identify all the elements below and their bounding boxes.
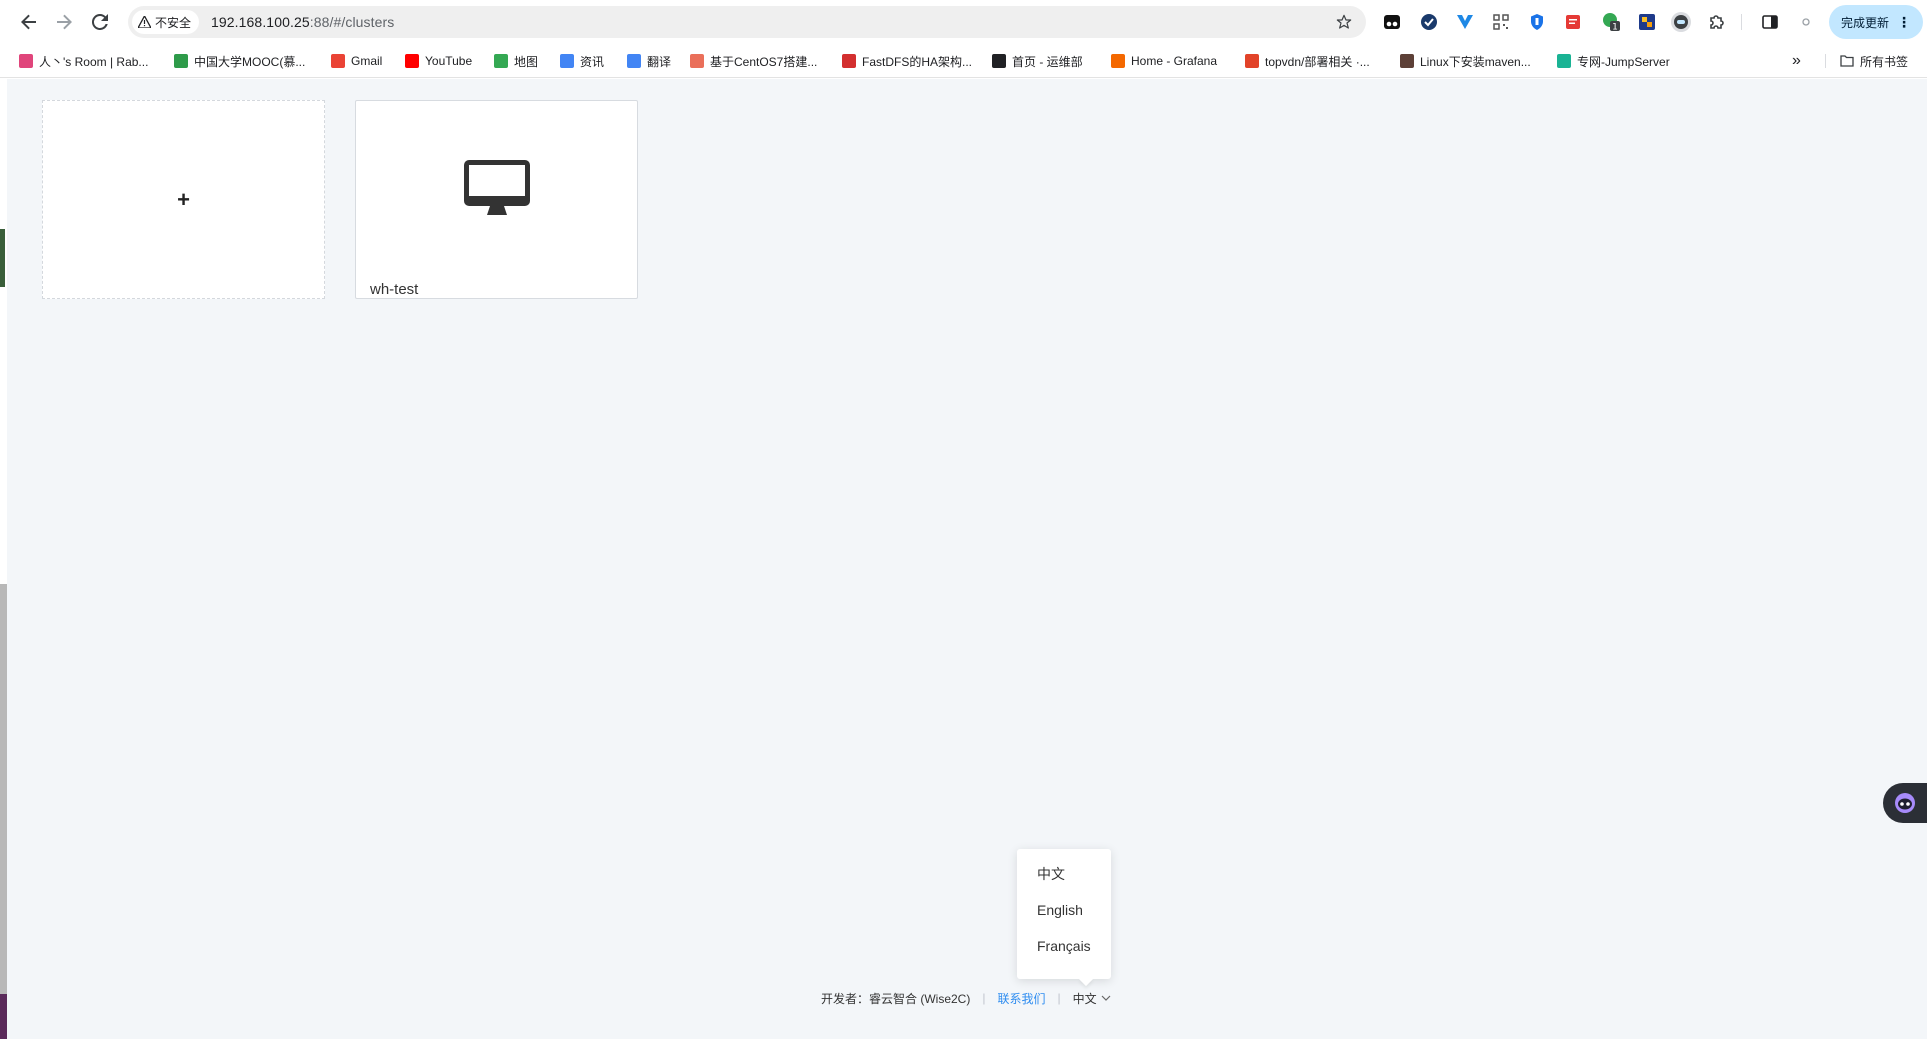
reload-icon[interactable] bbox=[86, 8, 114, 36]
toolbar-divider bbox=[1741, 14, 1742, 30]
news-icon bbox=[560, 54, 574, 68]
gitlab-icon bbox=[1245, 54, 1259, 68]
bookmark-item[interactable]: 翻译 bbox=[627, 51, 671, 71]
bookmark-label: Linux下安装maven... bbox=[1420, 54, 1531, 69]
bookmark-label: Gmail bbox=[351, 54, 383, 68]
cluster-name: wh-test bbox=[370, 281, 419, 298]
current-language: 中文 bbox=[1072, 991, 1097, 1006]
back-icon[interactable] bbox=[15, 8, 43, 36]
vue-devtools-icon[interactable] bbox=[1454, 11, 1476, 33]
more-vert-icon: ⋮ bbox=[1897, 14, 1911, 30]
monitor-icon bbox=[464, 160, 530, 215]
notes-extension-icon[interactable] bbox=[1562, 11, 1584, 33]
developer-label: 开发者：睿云智合 (Wise2C) bbox=[821, 991, 971, 1006]
qr-code-icon[interactable] bbox=[1490, 11, 1512, 33]
bookmark-label: Home - Grafana bbox=[1131, 54, 1218, 68]
bookmark-label: FastDFS的HA架构... bbox=[862, 54, 973, 69]
contact-link[interactable]: 联系我们 bbox=[997, 990, 1045, 1007]
bookmark-label: 专网-JumpServer bbox=[1577, 54, 1670, 69]
bookmark-item[interactable]: 首页 - 运维部 bbox=[992, 51, 1083, 71]
cluster-card[interactable]: wh-test bbox=[355, 100, 638, 299]
folder-icon bbox=[1840, 55, 1854, 67]
footer-separator: | bbox=[1057, 991, 1061, 1005]
grafana-icon bbox=[1111, 54, 1125, 68]
bookmark-item[interactable]: 基于CentOS7搭建... bbox=[690, 51, 817, 71]
bookmarks-divider bbox=[1825, 54, 1826, 68]
security-badge-icon[interactable]: 1 bbox=[1600, 11, 1622, 33]
bookmark-item[interactable]: 人丶's Room | Rab... bbox=[19, 51, 148, 71]
profile-extension-icon[interactable] bbox=[1670, 11, 1692, 33]
side-panel-icon[interactable] bbox=[1759, 11, 1781, 33]
bookmarks-bar: 人丶's Room | Rab... 中国大学MOOC(慕... Gmail YouT… bbox=[0, 44, 1927, 78]
language-option-en[interactable]: English bbox=[1017, 894, 1111, 926]
floating-assistant-button[interactable] bbox=[1883, 783, 1927, 823]
bookmark-item[interactable]: Linux下安装maven... bbox=[1400, 51, 1531, 71]
bookmark-item[interactable]: Gmail bbox=[331, 51, 382, 71]
51cto-icon bbox=[842, 54, 856, 68]
language-dropdown-menu: 中文 English Français bbox=[1017, 849, 1111, 979]
checkmark-extension-icon[interactable] bbox=[1418, 11, 1440, 33]
add-cluster-card[interactable]: + bbox=[42, 100, 325, 299]
update-button[interactable]: 完成更新 ⋮ bbox=[1829, 5, 1923, 39]
bookmarks-overflow-icon[interactable]: » bbox=[1792, 51, 1801, 71]
all-bookmarks-label: 所有书签 bbox=[1860, 54, 1909, 69]
bookmark-label: 中国大学MOOC(慕... bbox=[194, 54, 306, 69]
bookmark-label: 地图 bbox=[514, 54, 539, 69]
pinwheel-icon bbox=[19, 54, 33, 68]
translate-icon bbox=[627, 54, 641, 68]
warning-icon bbox=[138, 16, 151, 28]
maps-icon bbox=[494, 54, 508, 68]
gmail-icon bbox=[331, 54, 345, 68]
colorful-extension-icon[interactable] bbox=[1636, 11, 1658, 33]
youtube-icon bbox=[405, 54, 419, 68]
security-chip[interactable]: 不安全 bbox=[132, 10, 200, 34]
jumpserver-icon bbox=[1557, 54, 1571, 68]
browser-toolbar: 不安全 192.168.100.25:88/#/clusters 1 完成更新 … bbox=[0, 0, 1927, 44]
bookmark-label: 人丶's Room | Rab... bbox=[39, 54, 149, 69]
avatar-icon bbox=[1400, 54, 1414, 68]
mooc-icon bbox=[174, 54, 188, 68]
tampermonkey-icon[interactable] bbox=[1381, 11, 1403, 33]
bookmark-label: YouTube bbox=[425, 54, 473, 68]
address-bar[interactable]: 不安全 192.168.100.25:88/#/clusters bbox=[128, 6, 1366, 38]
chevron-down-icon bbox=[1101, 995, 1111, 1001]
lens-icon[interactable] bbox=[1795, 11, 1817, 33]
url-text[interactable]: 192.168.100.25:88/#/clusters bbox=[211, 14, 394, 30]
clusters-page: + wh-test 中文 English Français 开发者：睿云智合 (… bbox=[7, 79, 1927, 1039]
language-switch[interactable]: 中文 bbox=[1073, 990, 1111, 1007]
bookmark-label: 资讯 bbox=[580, 54, 605, 69]
bookmark-item[interactable]: 地图 bbox=[494, 51, 538, 71]
bookmark-item[interactable]: 专网-JumpServer bbox=[1557, 51, 1670, 71]
bookmark-item[interactable]: Home - Grafana bbox=[1111, 51, 1217, 71]
plus-icon: + bbox=[177, 186, 190, 212]
footer-separator: | bbox=[982, 991, 986, 1005]
security-label: 不安全 bbox=[155, 15, 192, 30]
bookmark-item[interactable]: topvdn/部署相关 ·... bbox=[1245, 51, 1370, 71]
bookmark-label: 翻译 bbox=[647, 54, 672, 69]
extensions-puzzle-icon[interactable] bbox=[1706, 11, 1728, 33]
bot-icon bbox=[1895, 793, 1915, 813]
forward-icon[interactable] bbox=[50, 8, 78, 36]
bookmark-item[interactable]: YouTube bbox=[405, 51, 472, 71]
bookmark-label: topvdn/部署相关 ·... bbox=[1265, 54, 1370, 69]
bookmark-item[interactable]: 中国大学MOOC(慕... bbox=[174, 51, 305, 71]
all-bookmarks-button[interactable]: 所有书签 bbox=[1840, 51, 1908, 71]
shield-extension-icon[interactable] bbox=[1526, 11, 1548, 33]
language-option-fr[interactable]: Français bbox=[1017, 930, 1111, 962]
globe-icon bbox=[992, 54, 1006, 68]
footer: 开发者：睿云智合 (Wise2C) | 联系我们 | 中文 bbox=[821, 988, 1111, 1008]
bookmark-star-icon[interactable] bbox=[1332, 10, 1356, 34]
bookmark-item[interactable]: 资讯 bbox=[560, 51, 604, 71]
bookmark-label: 首页 - 运维部 bbox=[1012, 54, 1083, 69]
bookmark-item[interactable]: FastDFS的HA架构... bbox=[842, 51, 972, 71]
left-edge-strip bbox=[0, 79, 7, 1039]
language-option-zh[interactable]: 中文 bbox=[1017, 858, 1111, 890]
svg-text:1: 1 bbox=[1612, 23, 1618, 33]
bookmark-label: 基于CentOS7搭建... bbox=[710, 54, 818, 69]
jianshu-icon bbox=[690, 54, 704, 68]
